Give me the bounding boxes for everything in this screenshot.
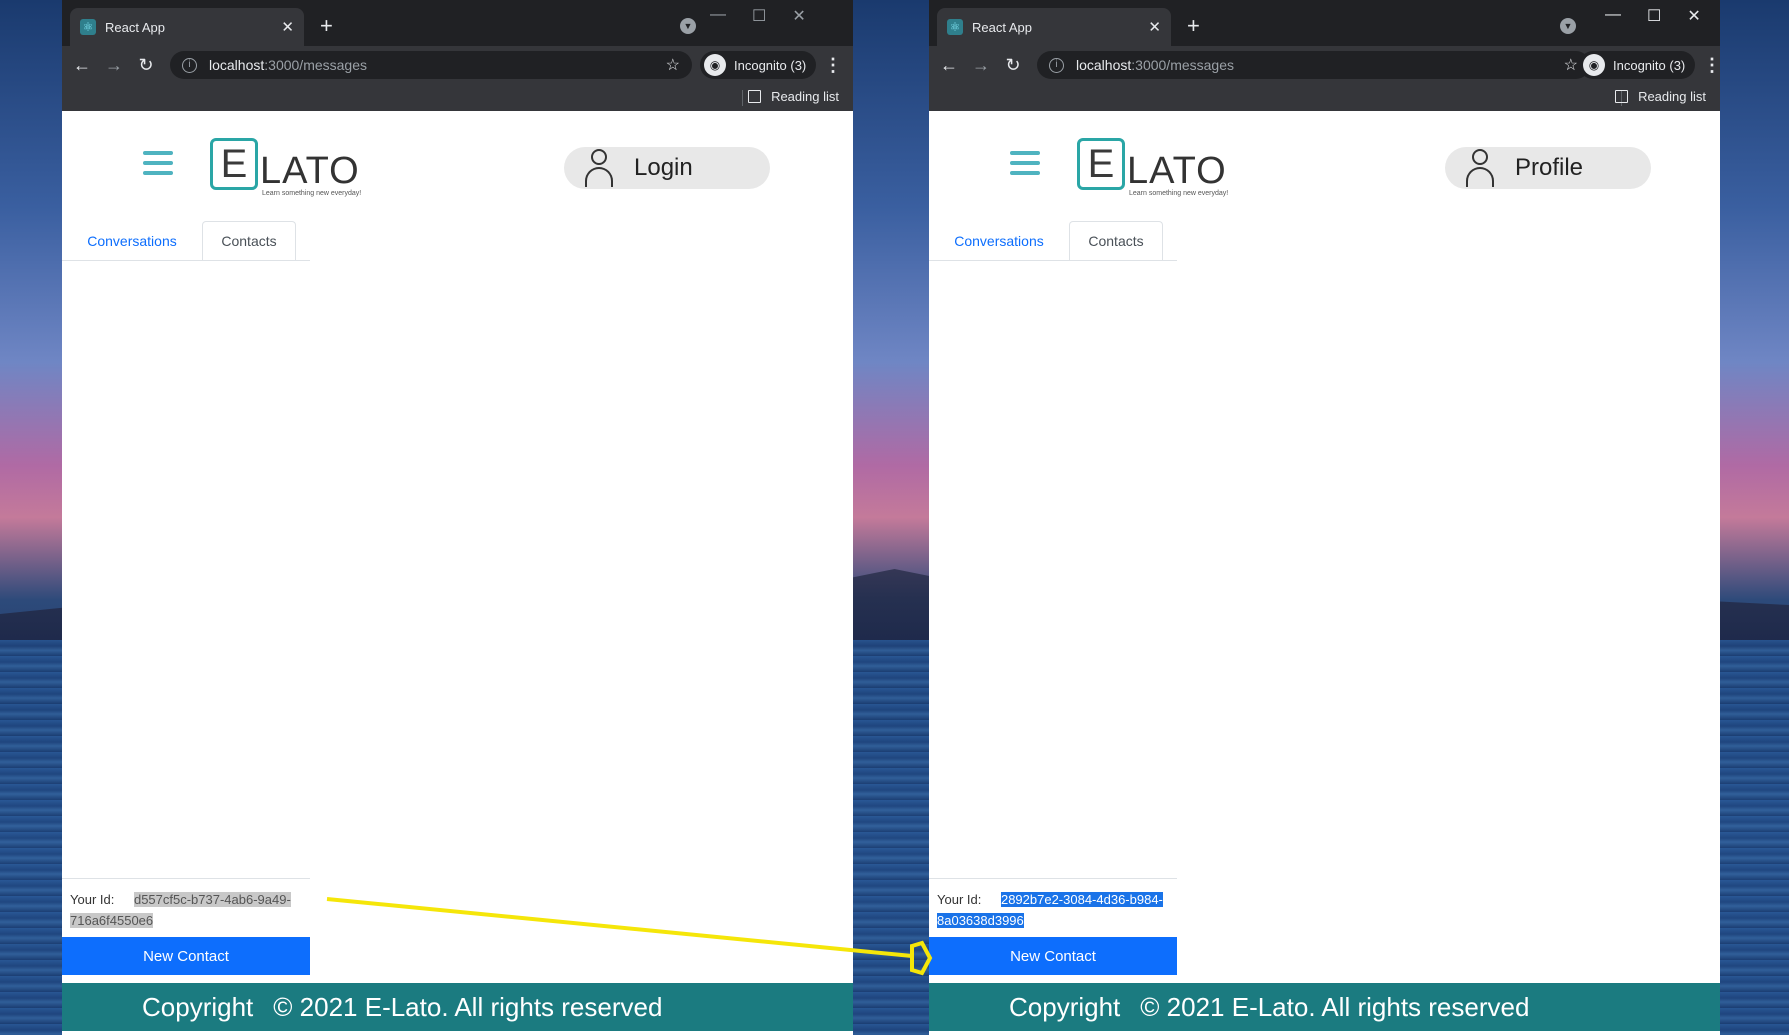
logo-e-box: E xyxy=(1077,138,1125,190)
logo-text: LATO xyxy=(260,150,360,192)
messages-tabs: Conversations Contacts xyxy=(62,221,853,261)
new-tab-icon[interactable]: + xyxy=(1187,13,1200,39)
app-header: E LATO Learn something new everyday! Log… xyxy=(62,111,853,221)
browser-chrome: ⚛ React App ✕ + ▼ — ☐ ✕ ← → ↻ i localhos… xyxy=(62,0,853,111)
close-tab-icon[interactable]: ✕ xyxy=(281,18,294,36)
reading-list-icon xyxy=(1615,90,1629,103)
hamburger-menu-icon[interactable] xyxy=(143,151,173,181)
new-contact-button[interactable]: New Contact xyxy=(62,937,310,975)
profile-button[interactable]: Profile xyxy=(1445,147,1651,189)
tab-contacts[interactable]: Contacts xyxy=(202,221,296,261)
incognito-icon: ◉ xyxy=(1583,54,1605,76)
menu-icon[interactable]: ⋮ xyxy=(1703,55,1720,76)
tab-strip: ⚛ React App ✕ + ▼ — ☐ ✕ xyxy=(929,0,1720,46)
logo-tagline: Learn something new everyday! xyxy=(262,190,362,197)
maximize-icon[interactable]: ☐ xyxy=(1647,6,1661,26)
separator xyxy=(742,90,743,106)
tab-search-icon[interactable]: ▼ xyxy=(1560,18,1576,34)
reading-list-button[interactable]: Reading list xyxy=(748,89,839,104)
reading-list-icon xyxy=(748,90,762,103)
tab-title: React App xyxy=(105,19,165,35)
footer-text: © 2021 E-Lato. All rights reserved xyxy=(1140,991,1530,1022)
reload-icon[interactable]: ↻ xyxy=(130,55,162,76)
window-controls: — ☐ ✕ xyxy=(710,6,806,26)
minimize-icon[interactable]: — xyxy=(1605,6,1621,26)
info-icon[interactable]: i xyxy=(182,57,197,73)
your-id-label: Your Id: xyxy=(937,892,982,907)
url-host: localhost xyxy=(209,57,265,73)
elato-logo[interactable]: E LATO Learn something new everyday! xyxy=(1077,138,1228,197)
footer-text: © 2021 E-Lato. All rights reserved xyxy=(273,991,663,1022)
reading-list-button[interactable]: Reading list xyxy=(1615,89,1706,104)
address-bar[interactable]: i localhost:3000/messages ☆ xyxy=(1037,51,1590,79)
login-button[interactable]: Login xyxy=(564,147,770,189)
login-label: Login xyxy=(634,154,693,181)
react-icon: ⚛ xyxy=(80,19,96,35)
tab-conversations[interactable]: Conversations xyxy=(62,221,202,261)
incognito-badge[interactable]: ◉ Incognito (3) xyxy=(1579,51,1696,79)
app-header: E LATO Learn something new everyday! Pro… xyxy=(929,111,1720,221)
tab-conversations[interactable]: Conversations xyxy=(929,221,1069,261)
react-icon: ⚛ xyxy=(947,19,963,35)
back-icon[interactable]: ← xyxy=(933,55,965,76)
messages-tabs: Conversations Contacts xyxy=(929,221,1720,261)
footer-copyright-word: Copyright xyxy=(142,991,254,1022)
tabs-underline xyxy=(929,260,1177,261)
browser-window-left: ⚛ React App ✕ + ▼ — ☐ ✕ ← → ↻ i localhos… xyxy=(62,0,853,1035)
profile-label: Profile xyxy=(1515,154,1584,181)
bookmark-star-icon[interactable]: ☆ xyxy=(666,55,680,75)
close-window-icon[interactable]: ✕ xyxy=(792,6,805,26)
url-path: :3000/messages xyxy=(1131,57,1234,73)
footer: Copyright © 2021 E-Lato. All rights rese… xyxy=(62,983,853,1031)
bookmark-star-icon[interactable]: ☆ xyxy=(1564,55,1578,75)
browser-window-right: ⚛ React App ✕ + ▼ — ☐ ✕ ← → ↻ i localhos… xyxy=(929,0,1720,1035)
user-icon xyxy=(584,149,614,187)
reading-list-label: Reading list xyxy=(771,89,839,104)
tab-contacts[interactable]: Contacts xyxy=(1069,221,1163,261)
logo-text: LATO xyxy=(1127,150,1227,192)
footer: Copyright © 2021 E-Lato. All rights rese… xyxy=(929,983,1720,1031)
logo-e-box: E xyxy=(210,138,258,190)
footer-copyright-word: Copyright xyxy=(1009,991,1121,1022)
your-id-section: Your Id: 2892b7e2-3084-4d36-b984-8a03638… xyxy=(929,878,1177,939)
incognito-label: Incognito (3) xyxy=(1613,57,1686,73)
logo-tagline: Learn something new everyday! xyxy=(1129,190,1229,197)
elato-logo[interactable]: E LATO Learn something new everyday! xyxy=(210,138,361,197)
your-id-label: Your Id: xyxy=(70,892,115,907)
menu-icon[interactable]: ⋮ xyxy=(824,55,842,76)
forward-icon[interactable]: → xyxy=(98,55,130,76)
new-tab-icon[interactable]: + xyxy=(320,13,333,39)
hamburger-menu-icon[interactable] xyxy=(1010,151,1040,181)
browser-toolbar: ← → ↻ i localhost:3000/messages ☆ ◉ Inco… xyxy=(929,46,1720,84)
window-controls: — ☐ ✕ xyxy=(1605,6,1701,26)
reload-icon[interactable]: ↻ xyxy=(997,55,1029,76)
bookmarks-bar: Reading list xyxy=(62,84,853,111)
tab-title: React App xyxy=(972,19,1032,35)
user-icon xyxy=(1465,149,1495,187)
url-path: :3000/messages xyxy=(264,57,367,73)
forward-icon[interactable]: → xyxy=(965,55,997,76)
browser-tab[interactable]: ⚛ React App ✕ xyxy=(70,8,304,46)
close-window-icon[interactable]: ✕ xyxy=(1687,6,1700,26)
info-icon[interactable]: i xyxy=(1049,57,1064,73)
incognito-icon: ◉ xyxy=(704,54,726,76)
bookmarks-bar: Reading list xyxy=(929,84,1720,111)
address-bar[interactable]: i localhost:3000/messages ☆ xyxy=(170,51,692,79)
back-icon[interactable]: ← xyxy=(66,55,98,76)
new-contact-button[interactable]: New Contact xyxy=(929,937,1177,975)
browser-chrome: ⚛ React App ✕ + ▼ — ☐ ✕ ← → ↻ i localhos… xyxy=(929,0,1720,111)
url-host: localhost xyxy=(1076,57,1132,73)
maximize-icon[interactable]: ☐ xyxy=(752,6,766,26)
reading-list-label: Reading list xyxy=(1638,89,1706,104)
minimize-icon[interactable]: — xyxy=(710,6,726,26)
tabs-underline xyxy=(62,260,310,261)
browser-toolbar: ← → ↻ i localhost:3000/messages ☆ ◉ Inco… xyxy=(62,46,853,84)
tab-strip: ⚛ React App ✕ + ▼ — ☐ ✕ xyxy=(62,0,853,46)
tab-search-icon[interactable]: ▼ xyxy=(680,18,696,34)
your-id-section: Your Id: d557cf5c-b737-4ab6-9a49-716a6f4… xyxy=(62,878,310,939)
incognito-badge[interactable]: ◉ Incognito (3) xyxy=(700,51,817,79)
incognito-label: Incognito (3) xyxy=(734,57,807,73)
browser-tab[interactable]: ⚛ React App ✕ xyxy=(937,8,1171,46)
close-tab-icon[interactable]: ✕ xyxy=(1148,18,1161,36)
